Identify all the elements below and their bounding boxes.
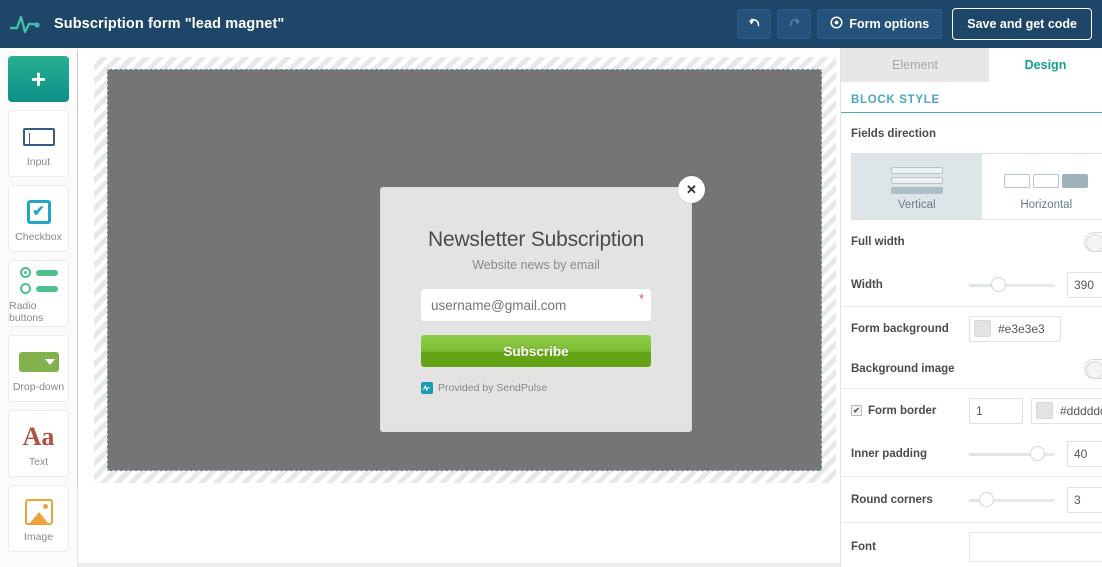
full-width-label: Full width [851,236,905,248]
required-asterisk: * [638,291,644,306]
sidebar-item-label: Drop-down [12,380,65,393]
font-row: Font [841,522,1102,567]
inner-padding-input[interactable] [1067,441,1102,467]
width-label: Width [851,279,883,291]
form-options-button[interactable]: Form options [817,9,943,39]
inner-padding-row: Inner padding [841,432,1102,476]
save-label: Save and get code [967,17,1077,31]
block-style-heading: BLOCK STYLE [841,82,1102,113]
sidebar-item-radio-buttons[interactable]: Radio buttons [8,260,69,327]
width-input[interactable] [1067,272,1102,298]
design-settings-panel: Element Design BLOCK STYLE Fields direct… [840,48,1102,567]
image-picture-icon [24,495,53,529]
inner-padding-label: Inner padding [851,448,928,460]
footer-text: Provided by SendPulse [438,382,548,394]
sidebar-item-image[interactable]: Image [8,485,69,552]
font-select-input[interactable] [969,531,1102,562]
tab-design[interactable]: Design [989,48,1102,82]
page-title: Subscription form "lead magnet" [54,16,285,32]
text-input-icon [22,120,55,154]
form-background-row: Form background #e3e3e3 [841,306,1102,350]
sendpulse-badge-icon [421,382,433,394]
form-background-color-picker[interactable]: #e3e3e3 [969,315,1061,342]
full-width-row: Full width [841,220,1102,264]
form-border-checkbox[interactable]: ✔ [851,405,862,416]
fields-direction-label: Fields direction [851,128,936,140]
horizontal-layout-icon [1004,163,1089,199]
sidebar-item-label: Checkbox [15,230,62,243]
sidebar-item-checkbox[interactable]: ✔ Checkbox [8,185,69,252]
sidebar-item-label: Radio buttons [9,299,44,324]
email-input[interactable] [421,289,651,321]
option-label: Vertical [897,198,936,211]
radio-buttons-icon [19,264,58,298]
subscribe-button[interactable]: Subscribe [421,335,651,367]
top-bar: Subscription form "lead magnet" Form opt… [0,0,1102,48]
subscription-form-preview[interactable]: Newsletter Subscription Website news by … [380,187,692,432]
background-image-row: Background image [841,350,1102,388]
option-label: Horizontal [1020,198,1073,211]
form-subtitle[interactable]: Website news by email [421,258,651,272]
vertical-layout-icon [890,163,943,199]
tab-element[interactable]: Element [841,48,989,82]
fields-direction-vertical-option[interactable]: Vertical [852,154,982,219]
sidebar-item-input[interactable]: Input [8,110,69,177]
form-background-value: #e3e3e3 [998,321,1045,336]
form-border-width-input[interactable] [969,397,1023,424]
form-border-color-value: #dddddd [1060,403,1102,418]
panel-tabs: Element Design [841,48,1102,82]
form-options-label: Form options [849,17,930,31]
undo-arrow-icon [747,15,762,34]
text-aa-icon: Aa [22,421,55,451]
round-corners-label: Round corners [851,493,933,506]
form-footer: Provided by SendPulse [421,382,651,394]
email-field-wrapper: * [421,289,651,321]
form-border-color-picker[interactable]: #dddddd [1031,397,1102,424]
form-border-label: Form border [868,404,937,417]
background-image-label: Background image [851,363,955,375]
inner-padding-slider[interactable] [969,446,1055,462]
add-element-button[interactable]: + [8,56,69,102]
sidebar-item-label: Image [23,530,54,543]
sidebar-item-label: Input [26,155,51,168]
topbar-actions: Form options Save and get code [737,8,1092,40]
checkbox-icon: ✔ [26,195,51,229]
redo-button[interactable] [777,9,812,39]
sidebar-item-text[interactable]: Aa Text [8,410,69,477]
round-corners-row: Round corners [841,476,1102,522]
font-label: Font [851,540,876,553]
width-slider[interactable] [969,277,1055,293]
background-image-toggle[interactable] [1084,359,1102,379]
fields-direction-options: Vertical Horizontal [851,153,1102,220]
gear-icon [830,16,843,32]
round-corners-slider[interactable] [969,491,1055,508]
close-x-icon[interactable]: ✕ [678,176,705,203]
width-row: Width [841,264,1102,306]
fields-direction-row: Fields direction [841,113,1102,149]
round-corners-input[interactable] [1067,486,1102,513]
canvas-horizontal-scrollbar[interactable] [78,563,840,567]
redo-arrow-icon [787,15,802,34]
fields-direction-horizontal-option[interactable]: Horizontal [982,154,1102,219]
form-canvas: Newsletter Subscription Website news by … [78,48,840,567]
sidebar-item-label: Text [28,455,49,468]
sidebar-item-drop-down[interactable]: Drop-down [8,335,69,402]
sendpulse-pulse-logo-icon [8,9,46,39]
color-swatch [1036,402,1053,419]
elements-sidebar: + Input ✔ Checkbox Radio buttons Drop-do… [0,48,78,567]
save-and-get-code-button[interactable]: Save and get code [952,8,1092,40]
form-background-label: Form background [851,322,949,335]
undo-button[interactable] [737,9,772,39]
form-title[interactable]: Newsletter Subscription [421,228,651,252]
dropdown-icon [18,345,59,379]
form-border-row: ✔ Form border #dddddd [841,388,1102,432]
color-swatch [974,320,991,337]
full-width-toggle[interactable] [1084,232,1102,252]
